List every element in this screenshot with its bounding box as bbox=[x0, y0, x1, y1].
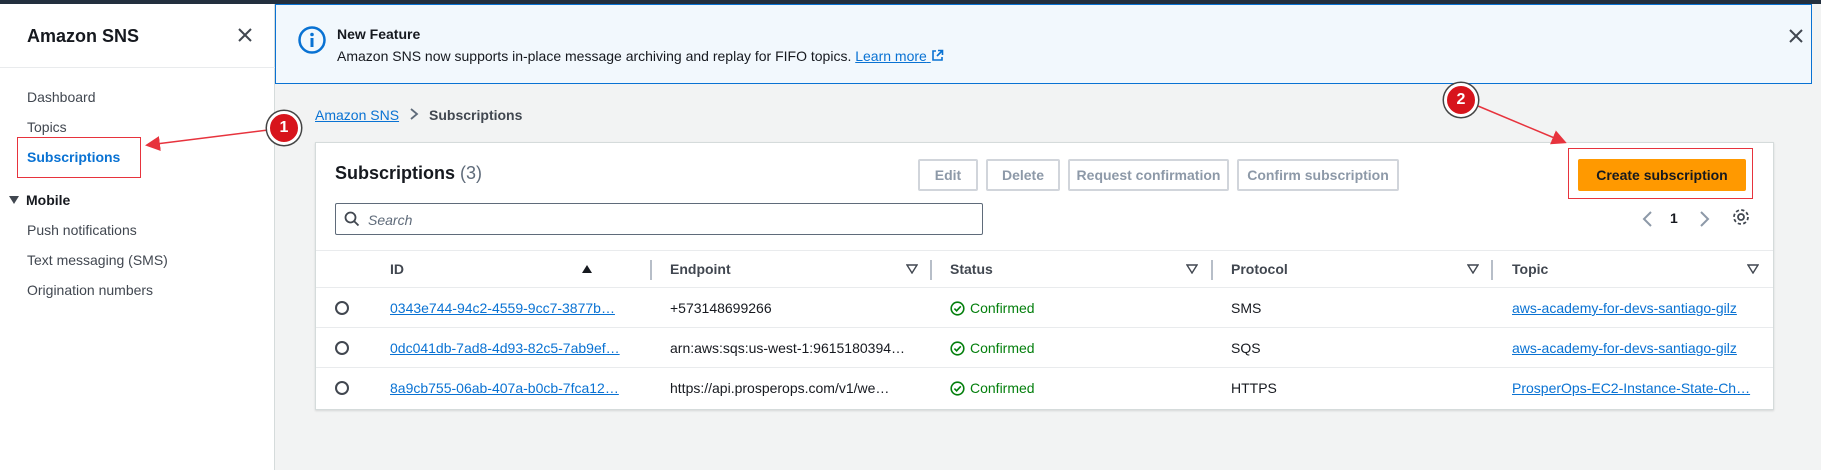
column-header-id[interactable]: ID bbox=[390, 261, 404, 277]
topic-link[interactable]: aws-academy-for-devs-santiago-gilz bbox=[1512, 300, 1752, 316]
column-header-endpoint[interactable]: Endpoint bbox=[670, 261, 731, 277]
page-number[interactable]: 1 bbox=[1670, 210, 1678, 226]
table-row[interactable]: 8a9cb755-06ab-407a-b0cb-7fca12… https://… bbox=[316, 368, 1773, 408]
sidebar-item-dashboard[interactable]: Dashboard bbox=[27, 89, 96, 105]
status-text: Confirmed bbox=[970, 340, 1035, 356]
status-badge: Confirmed bbox=[950, 340, 1035, 356]
external-link-icon bbox=[931, 49, 944, 61]
close-icon[interactable] bbox=[233, 23, 257, 47]
panel-title-text: Subscriptions bbox=[335, 163, 456, 183]
table-row[interactable]: 0dc041db-7ad8-4d93-82c5-7ab9ef… arn:aws:… bbox=[316, 328, 1773, 368]
protocol-cell: SQS bbox=[1231, 340, 1261, 356]
column-resizer[interactable] bbox=[1491, 260, 1493, 280]
confirm-subscription-button[interactable]: Confirm subscription bbox=[1237, 159, 1399, 191]
subscription-id-link[interactable]: 8a9cb755-06ab-407a-b0cb-7fca12… bbox=[390, 380, 630, 396]
request-confirmation-button[interactable]: Request confirmation bbox=[1068, 159, 1229, 191]
flash-message-text: Amazon SNS now supports in-place message… bbox=[337, 48, 852, 64]
topic-link[interactable]: aws-academy-for-devs-santiago-gilz bbox=[1512, 340, 1752, 356]
endpoint-cell: arn:aws:sqs:us-west-1:9615180394… bbox=[670, 340, 906, 356]
row-select-radio[interactable] bbox=[335, 341, 349, 355]
status-text: Confirmed bbox=[970, 300, 1035, 316]
sidebar-divider bbox=[0, 67, 275, 68]
breadcrumb: Amazon SNS Subscriptions bbox=[315, 107, 522, 123]
sort-icon[interactable] bbox=[906, 264, 918, 274]
sidebar-section-mobile[interactable]: Mobile bbox=[9, 192, 70, 208]
edit-button[interactable]: Edit bbox=[918, 159, 978, 191]
topic-link[interactable]: ProsperOps-EC2-Instance-State-Ch… bbox=[1512, 380, 1752, 396]
sidebar-item-push-notifications[interactable]: Push notifications bbox=[27, 222, 137, 238]
endpoint-cell: https://api.prosperops.com/v1/we… bbox=[670, 380, 890, 396]
search-input[interactable] bbox=[368, 210, 968, 230]
flash-title: New Feature bbox=[337, 26, 421, 42]
sidebar-title[interactable]: Amazon SNS bbox=[27, 26, 139, 47]
info-icon bbox=[298, 26, 326, 54]
column-resizer[interactable] bbox=[930, 260, 932, 280]
breadcrumb-current: Subscriptions bbox=[429, 107, 523, 123]
column-resizer[interactable] bbox=[650, 260, 652, 280]
learn-more-link[interactable]: Learn more bbox=[855, 48, 944, 64]
new-feature-flashbar: New Feature Amazon SNS now supports in-p… bbox=[275, 4, 1812, 84]
chevron-right-icon bbox=[409, 107, 419, 123]
subscriptions-table-container: Subscriptions (3) Edit Delete Request co… bbox=[315, 142, 1774, 410]
sort-icon[interactable] bbox=[1747, 264, 1759, 274]
check-circle-icon bbox=[950, 300, 965, 316]
page-title: Subscriptions (3) bbox=[335, 163, 482, 184]
protocol-cell: HTTPS bbox=[1231, 380, 1277, 396]
row-select-radio[interactable] bbox=[335, 381, 349, 395]
close-icon[interactable] bbox=[1784, 24, 1808, 48]
search-field[interactable] bbox=[335, 203, 983, 235]
arrow-to-create-subscription bbox=[1477, 105, 1567, 145]
check-circle-icon bbox=[950, 340, 965, 356]
highlight-box-subscriptions bbox=[17, 137, 141, 178]
status-text: Confirmed bbox=[970, 380, 1035, 396]
gear-icon[interactable] bbox=[1731, 207, 1751, 227]
sidebar-item-text-messaging[interactable]: Text messaging (SMS) bbox=[27, 252, 168, 268]
sidebar-section-label: Mobile bbox=[26, 192, 71, 208]
endpoint-cell: +573148699266 bbox=[670, 300, 772, 316]
search-icon bbox=[344, 211, 360, 227]
subscription-id-link[interactable]: 0343e744-94c2-4559-9cc7-3877b… bbox=[390, 300, 630, 316]
check-circle-icon bbox=[950, 380, 965, 396]
sort-icon[interactable] bbox=[1186, 264, 1198, 274]
chevron-right-icon[interactable] bbox=[1694, 209, 1714, 229]
protocol-cell: SMS bbox=[1231, 300, 1262, 316]
sort-icon[interactable] bbox=[1467, 264, 1479, 274]
breadcrumb-root-link[interactable]: Amazon SNS bbox=[315, 107, 399, 123]
learn-more-label: Learn more bbox=[855, 48, 927, 64]
column-header-protocol[interactable]: Protocol bbox=[1231, 261, 1288, 277]
table-row[interactable]: 0343e744-94c2-4559-9cc7-3877b… +57314869… bbox=[316, 288, 1773, 328]
column-header-topic[interactable]: Topic bbox=[1512, 261, 1548, 277]
flash-message: Amazon SNS now supports in-place message… bbox=[337, 48, 944, 64]
row-select-radio[interactable] bbox=[335, 301, 349, 315]
table-header: ID Endpoint Status Protocol Topic bbox=[316, 250, 1773, 288]
column-header-status[interactable]: Status bbox=[950, 261, 993, 277]
caret-down-icon bbox=[9, 196, 19, 204]
column-resizer[interactable] bbox=[1211, 260, 1213, 280]
delete-button[interactable]: Delete bbox=[986, 159, 1060, 191]
highlight-box-create-subscription bbox=[1568, 148, 1753, 199]
chevron-left-icon[interactable] bbox=[1638, 209, 1658, 229]
subscription-count: (3) bbox=[460, 163, 483, 183]
sidebar-item-topics[interactable]: Topics bbox=[27, 119, 67, 135]
sort-ascending-icon[interactable] bbox=[581, 264, 593, 274]
subscription-id-link[interactable]: 0dc041db-7ad8-4d93-82c5-7ab9ef… bbox=[390, 340, 630, 356]
annotation-badge-1: 1 bbox=[267, 111, 301, 145]
sidebar-item-origination-numbers[interactable]: Origination numbers bbox=[27, 282, 153, 298]
side-navigation: Amazon SNS Dashboard Topics Subscription… bbox=[0, 4, 275, 470]
annotation-badge-2: 2 bbox=[1444, 83, 1478, 117]
status-badge: Confirmed bbox=[950, 300, 1035, 316]
status-badge: Confirmed bbox=[950, 380, 1035, 396]
